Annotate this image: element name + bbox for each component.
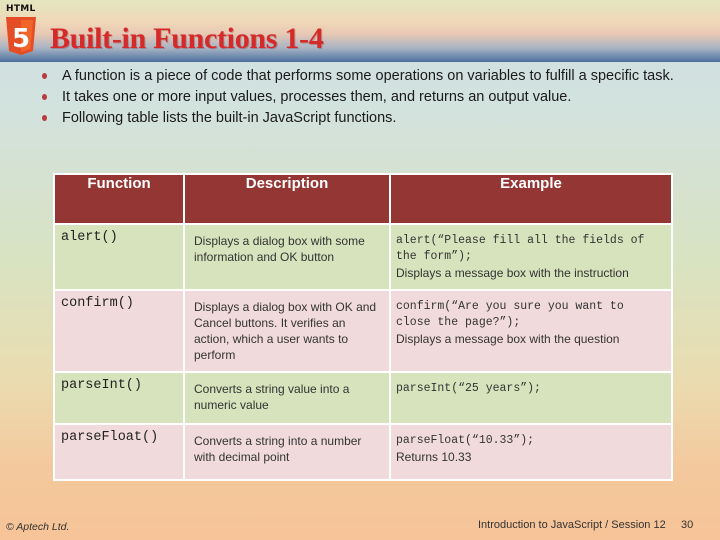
page-number: 30	[681, 519, 694, 531]
bullet-item: It takes one or more input values, proce…	[42, 87, 702, 108]
bullet-item: Following table lists the built-in JavaS…	[42, 108, 702, 129]
description-cell: Converts a string value into a numeric v…	[183, 371, 391, 425]
table-row: alert() Displays a dialog box with some …	[53, 223, 673, 291]
example-code: alert(“Please fill all the fields of the…	[396, 234, 645, 263]
bullet-text: It takes one or more input values, proce…	[62, 89, 572, 105]
column-header-function: Function	[53, 173, 185, 225]
table-row: parseInt() Converts a string value into …	[53, 371, 673, 425]
description-cell: Converts a string into a number with dec…	[183, 423, 391, 481]
example-cell: confirm(“Are you sure you want to close …	[389, 289, 673, 373]
function-cell: confirm()	[53, 289, 185, 373]
bullet-list: A function is a piece of code that perfo…	[42, 66, 702, 129]
bullet-item: A function is a piece of code that perfo…	[42, 66, 702, 87]
example-note: Displays a message box with the instruct…	[396, 266, 629, 280]
table-header-row: Function Description Example	[53, 173, 673, 225]
example-note: Returns 10.33	[396, 450, 472, 464]
slide-header: HTML 5 Built-in Functions 1-4	[0, 0, 720, 62]
example-cell: parseFloat(“10.33”); Returns 10.33	[389, 423, 673, 481]
example-code: confirm(“Are you sure you want to close …	[396, 300, 624, 329]
bullet-text: Following table lists the built-in JavaS…	[62, 110, 397, 126]
course-session-text: Introduction to JavaScript / Session 12	[478, 519, 666, 531]
function-cell: alert()	[53, 223, 185, 291]
description-cell: Displays a dialog box with OK and Cancel…	[183, 289, 391, 373]
function-cell: parseInt()	[53, 371, 185, 425]
example-note: Displays a message box with the question	[396, 332, 620, 346]
column-header-example: Example	[389, 173, 673, 225]
table-row: parseFloat() Converts a string into a nu…	[53, 423, 673, 481]
page-title: Built-in Functions 1-4	[50, 22, 324, 55]
bullet-icon	[42, 115, 47, 121]
example-code: parseFloat(“10.33”);	[396, 434, 535, 447]
description-cell: Displays a dialog box with some informat…	[183, 223, 391, 291]
html-badge-text: HTML	[6, 4, 36, 14]
function-cell: parseFloat()	[53, 423, 185, 481]
table-row: confirm() Displays a dialog box with OK …	[53, 289, 673, 373]
bullet-icon	[42, 73, 47, 79]
example-code: parseInt(“25 years”);	[396, 382, 541, 395]
copyright-text: © Aptech Ltd.	[6, 521, 70, 533]
bullet-icon	[42, 94, 47, 100]
example-cell: alert(“Please fill all the fields of the…	[389, 223, 673, 291]
column-header-description: Description	[183, 173, 391, 225]
bullet-text: A function is a piece of code that perfo…	[62, 68, 674, 84]
functions-table: Function Description Example alert() Dis…	[53, 173, 673, 481]
html5-logo-digit: 5	[12, 24, 30, 54]
example-cell: parseInt(“25 years”);	[389, 371, 673, 425]
html5-logo-icon: 5	[6, 17, 36, 55]
